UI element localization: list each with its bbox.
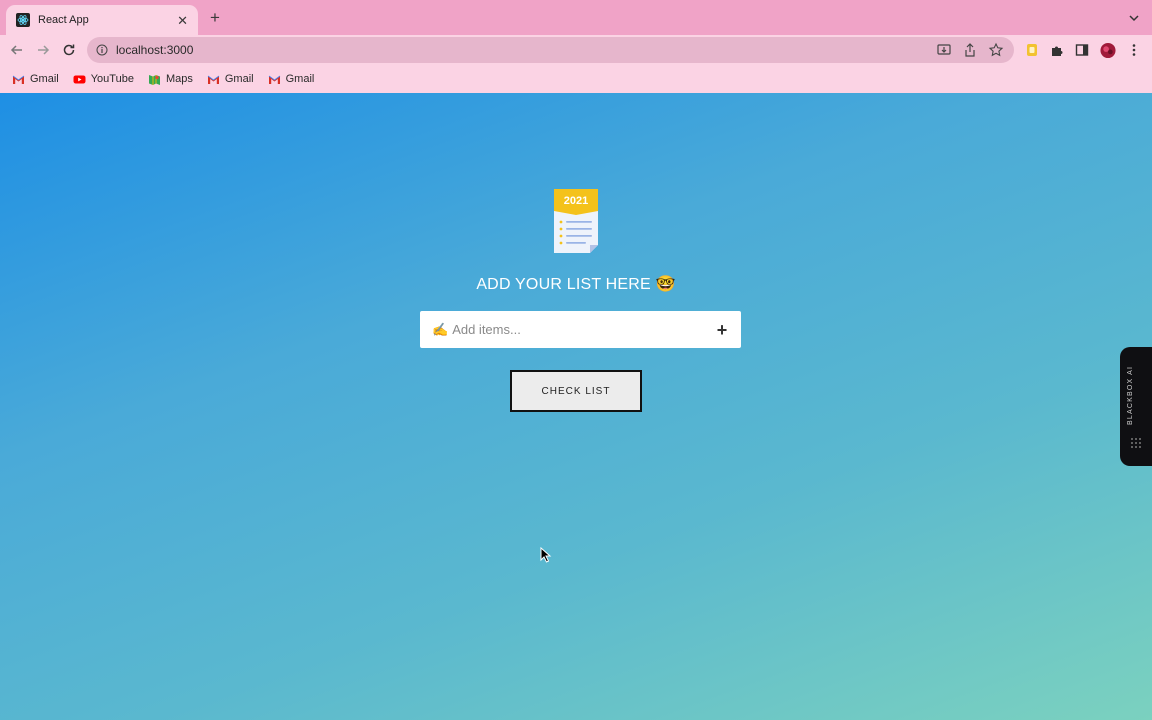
react-favicon-icon — [16, 13, 30, 27]
blackbox-dots-icon — [1131, 438, 1141, 448]
blackbox-ai-label: BLACKBOX AI — [1127, 365, 1134, 425]
tab-close-icon[interactable]: ✕ — [177, 14, 188, 27]
browser-toolbar: localhost:3000 — [0, 35, 1152, 65]
tab-react-app[interactable]: React App ✕ — [6, 5, 198, 35]
page-title: ADD YOUR LIST HERE 🤓 — [476, 276, 676, 293]
bookmark-gmail[interactable]: Gmail — [12, 73, 59, 86]
add-item-plus-icon[interactable]: + — [715, 321, 729, 339]
tab-title: React App — [38, 14, 89, 26]
new-tab-icon[interactable]: + — [206, 9, 224, 27]
bookmark-gmail[interactable]: Gmail — [268, 73, 314, 86]
bookmark-gmail[interactable]: Gmail — [207, 73, 254, 86]
tab-search-chevron-icon[interactable] — [1126, 10, 1142, 26]
back-arrow-icon[interactable] — [8, 41, 26, 59]
bookmark-maps[interactable]: Maps — [148, 73, 193, 86]
share-icon[interactable] — [962, 42, 978, 58]
youtube-icon — [73, 73, 86, 86]
maps-icon — [148, 73, 161, 86]
writing-hand-icon: ✍ — [432, 321, 449, 337]
blackbox-ai-tab[interactable]: BLACKBOX AI — [1120, 347, 1152, 466]
bookmark-youtube[interactable]: YouTube — [73, 73, 134, 86]
site-info-icon[interactable] — [96, 44, 108, 56]
extensions-puzzle-icon[interactable] — [1049, 42, 1065, 58]
gmail-icon — [12, 73, 25, 86]
reload-icon[interactable] — [60, 41, 78, 59]
mouse-cursor-icon — [540, 547, 552, 563]
add-item-input[interactable] — [452, 322, 715, 337]
profile-avatar[interactable] — [1100, 42, 1116, 58]
add-item-box: ✍ + — [420, 311, 741, 348]
forward-arrow-icon[interactable] — [34, 41, 52, 59]
bookmarks-bar: Gmail YouTube Maps Gmail Gmail — [0, 65, 1152, 93]
install-app-icon[interactable] — [936, 42, 952, 58]
check-list-button[interactable]: CHECK LIST — [510, 370, 642, 412]
tab-strip: React App ✕ + — [0, 0, 1152, 35]
address-bar[interactable]: localhost:3000 — [87, 37, 1014, 63]
extension-yellow-icon[interactable] — [1024, 42, 1040, 58]
url-text: localhost:3000 — [116, 43, 194, 57]
gmail-icon — [207, 73, 220, 86]
bookmark-star-icon[interactable] — [988, 42, 1004, 58]
page-content: 2021 ADD YOUR LIST HERE 🤓 ✍ + CHECK LIST… — [0, 93, 1152, 720]
checklist-2021-icon: 2021 — [554, 189, 598, 253]
side-panel-icon[interactable] — [1074, 42, 1090, 58]
browser-menu-icon[interactable] — [1126, 42, 1142, 58]
gmail-icon — [268, 73, 281, 86]
badge-year: 2021 — [564, 195, 588, 207]
